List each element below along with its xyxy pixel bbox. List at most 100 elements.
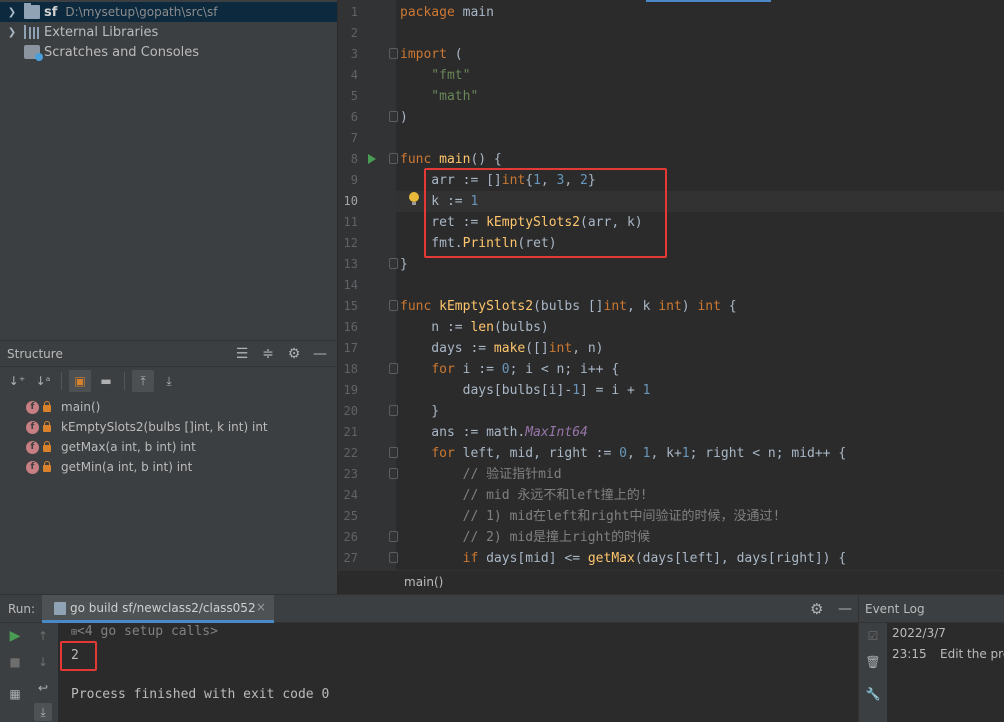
line-number: 25 bbox=[343, 509, 358, 523]
code-line: } bbox=[400, 404, 440, 419]
minimize-icon[interactable]: — bbox=[311, 345, 329, 363]
trash-icon[interactable]: 🗑 bbox=[864, 653, 882, 671]
rerun-icon[interactable]: ▶ bbox=[6, 627, 24, 645]
stop-icon[interactable]: ■ bbox=[6, 653, 24, 671]
code-line: package main bbox=[400, 5, 494, 20]
fold-marker[interactable] bbox=[389, 447, 398, 458]
wrench-icon[interactable]: 🔧 bbox=[864, 685, 882, 703]
close-icon[interactable]: × bbox=[256, 600, 266, 614]
lock-icon bbox=[43, 401, 51, 412]
line-number: 7 bbox=[350, 131, 358, 145]
expand-all-icon[interactable]: ☰ bbox=[233, 345, 251, 363]
fold-marker[interactable] bbox=[389, 48, 398, 59]
sort-alphabetically-icon[interactable]: ↓ᵃ bbox=[32, 370, 54, 392]
code-comment: // mid 永远不和left撞上的! bbox=[400, 488, 648, 503]
event-date: 2022/3/7 bbox=[892, 626, 946, 640]
line-number: 14 bbox=[343, 278, 358, 292]
code-line: ) bbox=[400, 110, 408, 125]
fold-marker[interactable] bbox=[389, 531, 398, 542]
line-number: 13 bbox=[343, 257, 358, 271]
event-log-panel: Event Log ☑ 🗑 🔧 2022/3/7 23:15 Edit the … bbox=[858, 594, 1004, 722]
gear-icon[interactable]: ⚙ bbox=[285, 345, 303, 363]
fold-marker[interactable] bbox=[389, 258, 398, 269]
line-number: 22 bbox=[343, 446, 358, 460]
code-line: n := len(bulbs) bbox=[400, 320, 549, 335]
fold-marker[interactable] bbox=[389, 405, 398, 416]
event-message[interactable]: Edit the pro bbox=[940, 647, 1004, 661]
layout-icon[interactable]: ▦ bbox=[6, 685, 24, 703]
soft-wrap-icon[interactable]: ↩ bbox=[34, 679, 52, 697]
minimize-icon[interactable]: — bbox=[838, 601, 852, 617]
run-toolbar: ▶ ↑ ■ ↓ ▦ ↩ ⤓ bbox=[0, 623, 58, 722]
event-log-body: 2022/3/7 23:15 Edit the pro bbox=[887, 623, 1004, 722]
sort-by-visibility-icon[interactable]: ↓⁺ bbox=[6, 370, 28, 392]
fold-marker[interactable] bbox=[389, 552, 398, 563]
autoscroll-from-source-icon[interactable]: ⤓ bbox=[158, 370, 180, 392]
tree-item-external-libraries[interactable]: ❯ External Libraries bbox=[0, 22, 337, 42]
structure-item[interactable]: f main() bbox=[26, 397, 100, 417]
editor-gutter: 1 2 3 4 5 6 7 8 9 10 11 12 13 14 15 16 1… bbox=[338, 0, 398, 570]
line-number: 21 bbox=[343, 425, 358, 439]
gear-icon[interactable]: ⚙ bbox=[810, 600, 823, 618]
line-number: 27 bbox=[343, 551, 358, 565]
fold-marker[interactable] bbox=[389, 111, 398, 122]
code-line: } bbox=[400, 257, 408, 272]
run-panel: Run: go build sf/newclass2/class052 × ⚙ … bbox=[0, 594, 858, 722]
line-number: 16 bbox=[343, 320, 358, 334]
chevron-right-icon[interactable]: ❯ bbox=[6, 27, 18, 38]
function-icon: f bbox=[26, 440, 39, 454]
structure-item[interactable]: f getMax(a int, b int) int bbox=[26, 437, 196, 457]
line-number: 4 bbox=[350, 68, 358, 82]
tree-item-root[interactable]: ❯ sf D:\mysetup\gopath\src\sf bbox=[0, 2, 337, 22]
show-non-public-icon[interactable]: ▣ bbox=[69, 370, 91, 392]
project-tree-panel: ❯ sf D:\mysetup\gopath\src\sf ❯ External… bbox=[0, 0, 337, 340]
fold-marker[interactable] bbox=[389, 153, 398, 164]
fold-marker[interactable] bbox=[389, 300, 398, 311]
line-number: 19 bbox=[343, 383, 358, 397]
code-line: days[bulbs[i]-1] = i + 1 bbox=[400, 383, 651, 398]
line-number: 5 bbox=[350, 89, 358, 103]
mark-read-icon[interactable]: ☑ bbox=[864, 627, 882, 645]
structure-item[interactable]: f getMin(a int, b int) int bbox=[26, 457, 192, 477]
event-time: 23:15 bbox=[892, 647, 927, 661]
collapse-all-icon[interactable]: ≑ bbox=[259, 345, 277, 363]
external-libraries-label: External Libraries bbox=[44, 24, 159, 40]
line-number: 2 bbox=[350, 26, 358, 40]
console-setup-calls[interactable]: ⊞<4 go setup calls> bbox=[71, 624, 218, 639]
structure-item[interactable]: f kEmptySlots2(bulbs []int, k int) int bbox=[26, 417, 268, 437]
line-number: 11 bbox=[343, 215, 358, 229]
show-fields-icon[interactable]: ▬ bbox=[95, 370, 117, 392]
editor-breadcrumb-bar: main() bbox=[338, 570, 1004, 594]
up-arrow-icon[interactable]: ↑ bbox=[34, 627, 52, 645]
scroll-to-end-icon[interactable]: ⤓ bbox=[34, 703, 52, 721]
breadcrumb[interactable]: main() bbox=[404, 575, 443, 589]
run-config-tab[interactable]: go build sf/newclass2/class052 × bbox=[42, 595, 274, 623]
line-number: 24 bbox=[343, 488, 358, 502]
root-path: D:\mysetup\gopath\src\sf bbox=[65, 5, 218, 19]
line-number: 9 bbox=[350, 173, 358, 187]
code-line: ans := math.MaxInt64 bbox=[400, 425, 588, 440]
chevron-right-icon[interactable]: ❯ bbox=[6, 7, 18, 18]
code-line: for left, mid, right := 0, 1, k+1; right… bbox=[431, 446, 847, 461]
console-output[interactable]: ⊞<4 go setup calls> 2 Process finished w… bbox=[58, 623, 858, 722]
structure-toolbar: ↓⁺ ↓ᵃ ▣ ▬ ⤒ ⤓ bbox=[0, 369, 337, 393]
tree-item-scratches[interactable]: Scratches and Consoles bbox=[0, 42, 337, 62]
event-log-toolbar: ☑ 🗑 🔧 bbox=[859, 623, 887, 722]
code-editor[interactable]: 1 2 3 4 5 6 7 8 9 10 11 12 13 14 15 16 1… bbox=[338, 0, 1004, 570]
lock-icon bbox=[43, 441, 51, 452]
function-icon: f bbox=[26, 420, 39, 434]
fold-marker[interactable] bbox=[389, 363, 398, 374]
code-line: "math" bbox=[400, 89, 479, 104]
code-comment: // 1) mid在left和right中间验证的时候，没通过! bbox=[400, 509, 781, 524]
run-tab-label: go build sf/newclass2/class052 bbox=[70, 601, 256, 615]
editor-tab-indicator bbox=[646, 0, 771, 2]
scratches-icon bbox=[24, 45, 43, 61]
scratches-label: Scratches and Consoles bbox=[44, 44, 200, 60]
line-number: 23 bbox=[343, 467, 358, 481]
fold-marker[interactable] bbox=[389, 468, 398, 479]
autoscroll-to-source-icon[interactable]: ⤒ bbox=[132, 370, 154, 392]
code-line: if days[mid] <= getMax(days[left], days[… bbox=[462, 551, 847, 566]
run-gutter-icon[interactable] bbox=[368, 154, 376, 164]
down-arrow-icon[interactable]: ↓ bbox=[34, 653, 52, 671]
line-number: 20 bbox=[343, 404, 358, 418]
